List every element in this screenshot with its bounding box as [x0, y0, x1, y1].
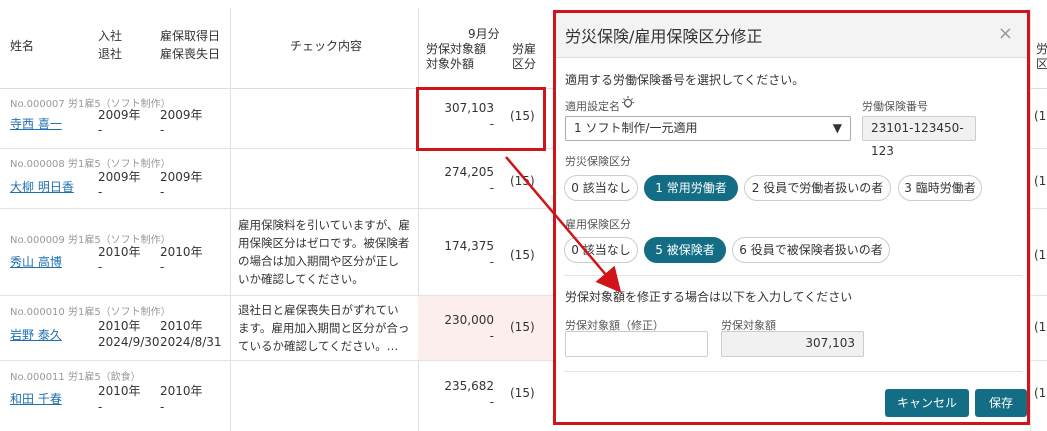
annotation-arrow — [505, 156, 622, 293]
